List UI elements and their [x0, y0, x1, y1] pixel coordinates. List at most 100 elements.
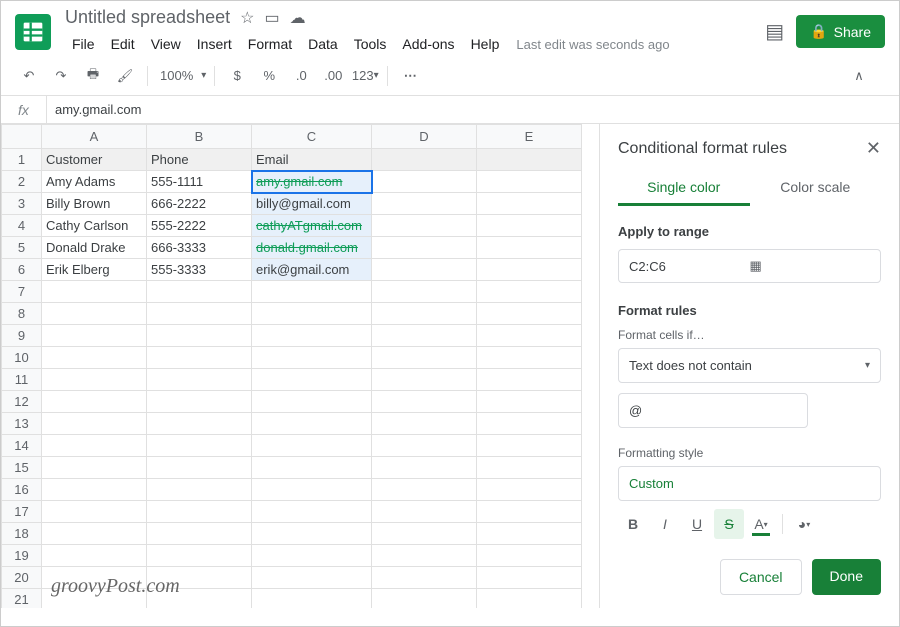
cell-D11[interactable] — [372, 369, 477, 391]
star-icon[interactable]: ☆ — [240, 8, 254, 28]
print-icon[interactable]: 🖶 — [79, 62, 107, 90]
cell-B10[interactable] — [147, 347, 252, 369]
style-preview[interactable]: Custom — [618, 466, 881, 501]
strikethrough-icon[interactable]: S — [714, 509, 744, 539]
cell-B17[interactable] — [147, 501, 252, 523]
collapse-toolbar-icon[interactable]: ∧ — [845, 62, 873, 90]
comments-icon[interactable]: ▤ — [765, 19, 784, 44]
cell-B4[interactable]: 555-2222 — [147, 215, 252, 237]
cell-E14[interactable] — [477, 435, 582, 457]
cell-C3[interactable]: billy@gmail.com — [252, 193, 372, 215]
share-button[interactable]: 🔒 Share — [796, 15, 885, 48]
cell-E19[interactable] — [477, 545, 582, 567]
row-header-15[interactable]: 15 — [2, 457, 42, 479]
cell-C16[interactable] — [252, 479, 372, 501]
cell-D13[interactable] — [372, 413, 477, 435]
cell-A10[interactable] — [42, 347, 147, 369]
cancel-button[interactable]: Cancel — [720, 559, 802, 595]
redo-icon[interactable]: ↷ — [47, 62, 75, 90]
cell-E3[interactable] — [477, 193, 582, 215]
currency-icon[interactable]: $ — [223, 62, 251, 90]
row-header-10[interactable]: 10 — [2, 347, 42, 369]
menu-view[interactable]: View — [144, 32, 188, 56]
cell-D2[interactable] — [372, 171, 477, 193]
cell-B5[interactable]: 666-3333 — [147, 237, 252, 259]
cell-A4[interactable]: Cathy Carlson — [42, 215, 147, 237]
row-header-6[interactable]: 6 — [2, 259, 42, 281]
cell-A13[interactable] — [42, 413, 147, 435]
more-toolbar-icon[interactable]: ⋯ — [396, 62, 424, 90]
cell-D7[interactable] — [372, 281, 477, 303]
row-header-12[interactable]: 12 — [2, 391, 42, 413]
row-header-4[interactable]: 4 — [2, 215, 42, 237]
undo-icon[interactable]: ↶ — [15, 62, 43, 90]
col-header-E[interactable]: E — [477, 125, 582, 149]
last-edit[interactable]: Last edit was seconds ago — [516, 37, 669, 52]
cell-B3[interactable]: 666-2222 — [147, 193, 252, 215]
col-header-D[interactable]: D — [372, 125, 477, 149]
tab-single-color[interactable]: Single color — [618, 171, 750, 206]
cell-B6[interactable]: 555-3333 — [147, 259, 252, 281]
cell-E21[interactable] — [477, 589, 582, 609]
menu-insert[interactable]: Insert — [190, 32, 239, 56]
done-button[interactable]: Done — [812, 559, 881, 595]
range-input[interactable]: C2:C6 ▦ — [618, 249, 881, 283]
cell-E15[interactable] — [477, 457, 582, 479]
cell-C20[interactable] — [252, 567, 372, 589]
cell-A19[interactable] — [42, 545, 147, 567]
italic-icon[interactable]: I — [650, 509, 680, 539]
cell-B12[interactable] — [147, 391, 252, 413]
close-icon[interactable]: ✕ — [866, 138, 881, 159]
cell-D18[interactable] — [372, 523, 477, 545]
cell-C18[interactable] — [252, 523, 372, 545]
cell-E8[interactable] — [477, 303, 582, 325]
cell-C13[interactable] — [252, 413, 372, 435]
cell-A11[interactable] — [42, 369, 147, 391]
cell-C6[interactable]: erik@gmail.com — [252, 259, 372, 281]
cell-A15[interactable] — [42, 457, 147, 479]
cell-D9[interactable] — [372, 325, 477, 347]
cell-C17[interactable] — [252, 501, 372, 523]
cell-D6[interactable] — [372, 259, 477, 281]
cell-A9[interactable] — [42, 325, 147, 347]
zoom-select[interactable]: 100%▾ — [156, 68, 206, 83]
cell-D14[interactable] — [372, 435, 477, 457]
cell-E5[interactable] — [477, 237, 582, 259]
cell-E1[interactable] — [477, 149, 582, 171]
menu-format[interactable]: Format — [241, 32, 299, 56]
cloud-icon[interactable]: ☁ — [290, 8, 306, 28]
row-header-11[interactable]: 11 — [2, 369, 42, 391]
cell-E20[interactable] — [477, 567, 582, 589]
cell-B16[interactable] — [147, 479, 252, 501]
cell-B9[interactable] — [147, 325, 252, 347]
col-header-A[interactable]: A — [42, 125, 147, 149]
cell-C12[interactable] — [252, 391, 372, 413]
cell-E2[interactable] — [477, 171, 582, 193]
underline-icon[interactable]: U — [682, 509, 712, 539]
cell-D19[interactable] — [372, 545, 477, 567]
row-header-20[interactable]: 20 — [2, 567, 42, 589]
cell-B11[interactable] — [147, 369, 252, 391]
menu-help[interactable]: Help — [464, 32, 507, 56]
cell-B15[interactable] — [147, 457, 252, 479]
more-formats[interactable]: 123 ▾ — [351, 62, 379, 90]
paint-format-icon[interactable]: 🖌 — [111, 62, 139, 90]
row-header-21[interactable]: 21 — [2, 589, 42, 609]
cell-C5[interactable]: donald.gmail.com — [252, 237, 372, 259]
cell-B18[interactable] — [147, 523, 252, 545]
menu-data[interactable]: Data — [301, 32, 345, 56]
tab-color-scale[interactable]: Color scale — [750, 171, 882, 206]
cell-D21[interactable] — [372, 589, 477, 609]
doc-title[interactable]: Untitled spreadsheet — [65, 7, 230, 28]
menu-tools[interactable]: Tools — [347, 32, 394, 56]
cell-A16[interactable] — [42, 479, 147, 501]
cell-E9[interactable] — [477, 325, 582, 347]
cell-E18[interactable] — [477, 523, 582, 545]
cell-A7[interactable] — [42, 281, 147, 303]
cell-E4[interactable] — [477, 215, 582, 237]
decrease-decimal-icon[interactable]: .0 — [287, 62, 315, 90]
row-header-14[interactable]: 14 — [2, 435, 42, 457]
cell-E6[interactable] — [477, 259, 582, 281]
rule-value-input[interactable]: @ — [618, 393, 808, 428]
row-header-16[interactable]: 16 — [2, 479, 42, 501]
